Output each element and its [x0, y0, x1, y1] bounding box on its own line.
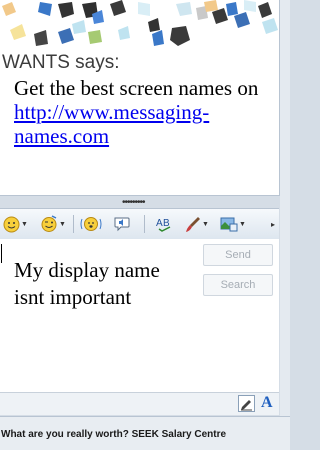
wink-dropdown-icon: ▼ [59, 220, 66, 228]
splitter-grip-icon: ••••••••• [122, 197, 145, 208]
side-scrollbar[interactable] [280, 0, 290, 416]
text-cursor [1, 244, 2, 263]
ink-brush-icon [186, 216, 200, 232]
spell-check-icon: AB [156, 218, 171, 232]
background-dropdown-icon: ▼ [239, 220, 246, 228]
conversation-history: WANTS says: Get the best screen names on… [0, 0, 280, 196]
spell-check-button[interactable]: AB [155, 214, 175, 234]
message-compose-area[interactable]: My display name isnt important Send Sear… [0, 239, 279, 415]
sender-line: WANTS says: [2, 52, 120, 73]
voice-clip-icon [114, 217, 130, 232]
emoticon-button[interactable]: ▼ [3, 214, 28, 234]
svg-text:A: A [156, 218, 163, 229]
compose-footer: A [0, 392, 279, 415]
ink-brush-button[interactable]: ▼ [184, 214, 209, 234]
toolbar-separator [144, 215, 145, 233]
pen-icon [238, 395, 255, 412]
handwriting-button[interactable] [238, 395, 255, 417]
nudge-button[interactable] [80, 214, 102, 234]
toolbar-overflow-button[interactable]: ▸ [270, 214, 275, 234]
background-button[interactable]: ▼ [220, 214, 246, 234]
overflow-arrow-icon: ▸ [271, 219, 276, 229]
font-icon[interactable]: A [261, 394, 273, 412]
wink-icon [41, 215, 57, 232]
ad-banner-text[interactable]: What are you really worth? SEEK Salary C… [1, 429, 226, 440]
wink-button[interactable]: ▼ [40, 214, 66, 234]
message-link[interactable]: http://www.messaging-names.com [14, 100, 209, 148]
ink-brush-dropdown-icon: ▼ [202, 220, 209, 228]
background-icon [220, 217, 238, 232]
compose-text[interactable]: My display name isnt important [14, 257, 194, 311]
ad-banner[interactable]: What are you really worth? SEEK Salary C… [0, 416, 290, 450]
send-button[interactable]: Send [203, 244, 273, 266]
pane-splitter[interactable]: ••••••••• [0, 198, 279, 208]
emoticon-dropdown-icon: ▼ [21, 220, 28, 228]
emoticon-icon [3, 216, 20, 232]
message-text: Get the best screen names on [14, 76, 259, 100]
message-body: Get the best screen names on http://www.… [14, 76, 276, 148]
search-button[interactable]: Search [203, 274, 273, 296]
emoticon-decoration [2, 0, 278, 46]
formatting-toolbar: ▼ ▼ AB ▼ ▼ ▸ [0, 208, 279, 240]
toolbar-separator [73, 215, 74, 233]
nudge-icon [80, 217, 102, 231]
voice-clip-button[interactable] [113, 214, 131, 234]
